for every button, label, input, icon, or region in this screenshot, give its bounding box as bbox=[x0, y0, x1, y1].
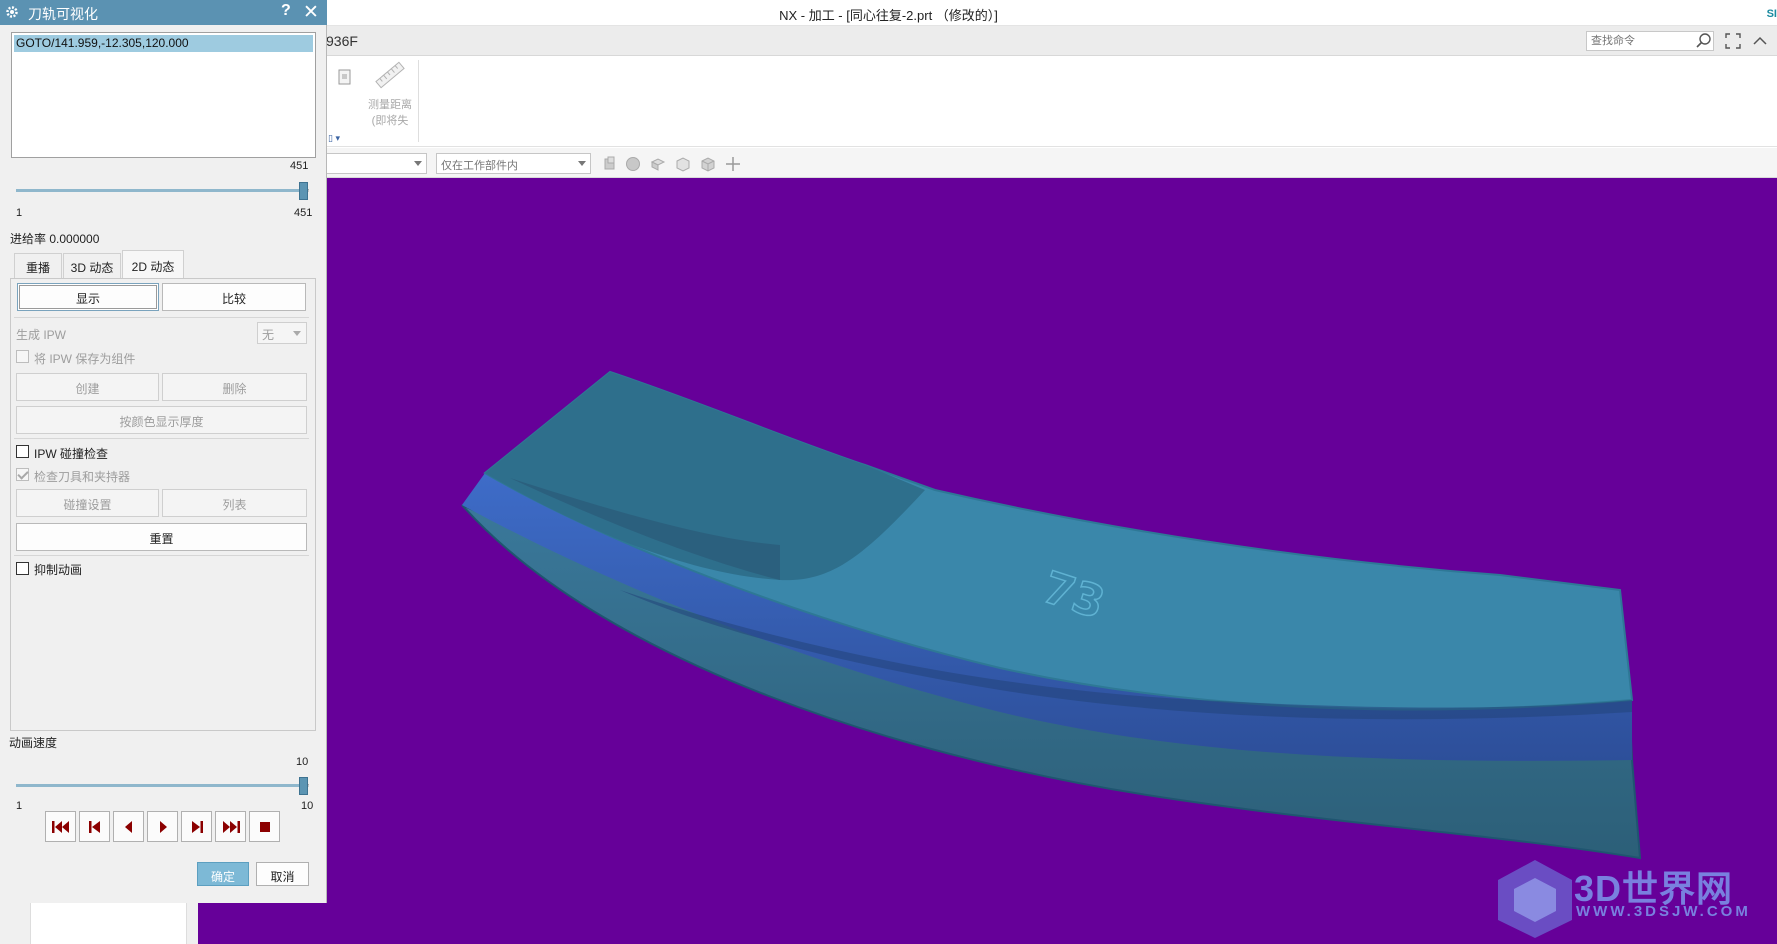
ipw-collision-checkbox[interactable] bbox=[16, 445, 29, 458]
check-tool-holder-checkbox[interactable] bbox=[16, 468, 29, 481]
tab-2d-dynamic[interactable]: 2D 动态 bbox=[122, 250, 184, 279]
cancel-button[interactable]: 取消 bbox=[256, 862, 309, 886]
gallery-dropdown[interactable]: ▯ ▾ bbox=[328, 133, 340, 144]
fast-forward-to-end-icon bbox=[223, 821, 240, 833]
speed-slider-fill bbox=[16, 784, 304, 787]
step-forward-operation-button[interactable] bbox=[181, 811, 212, 842]
speed-slider-min: 1 bbox=[16, 800, 23, 812]
save-ipw-label: 将 IPW 保存为组件 bbox=[34, 352, 136, 366]
thickness-by-color-button[interactable]: 按颜色显示厚度 bbox=[16, 406, 307, 434]
close-icon[interactable]: ✕ bbox=[303, 1, 319, 24]
divider bbox=[14, 317, 309, 318]
tool-command-list[interactable]: GOTO/141.959,-12.305,120.000 bbox=[11, 32, 316, 158]
measure-distance-label[interactable]: 测量距离 (即将失 bbox=[364, 97, 416, 129]
list-item[interactable]: GOTO/141.959,-12.305,120.000 bbox=[14, 35, 313, 52]
snap-point-icon[interactable] bbox=[724, 155, 742, 173]
check-tool-holder-label: 检查刀具和夹持器 bbox=[34, 470, 131, 484]
tab-3d-dynamic[interactable]: 3D 动态 bbox=[63, 253, 121, 278]
fullscreen-icon[interactable] bbox=[1723, 31, 1743, 51]
display-button[interactable]: 显示 bbox=[17, 283, 159, 311]
filter-face-icon[interactable] bbox=[649, 155, 667, 173]
step-back-icon bbox=[89, 821, 100, 833]
filter-component-icon[interactable] bbox=[601, 155, 619, 173]
collapse-ribbon-icon[interactable] bbox=[1750, 31, 1770, 51]
measure-distance-icon[interactable] bbox=[373, 58, 407, 92]
motion-slider-min: 1 bbox=[16, 207, 23, 219]
delete-button[interactable]: 删除 bbox=[162, 373, 307, 401]
speed-slider-thumb[interactable] bbox=[299, 777, 308, 795]
rewind-to-start-icon bbox=[52, 821, 69, 833]
step-forward-icon bbox=[192, 821, 203, 833]
stop-icon bbox=[260, 822, 270, 832]
divider bbox=[14, 555, 309, 556]
gear-icon[interactable] bbox=[5, 5, 19, 19]
play-button[interactable] bbox=[147, 811, 178, 842]
scope-filter-value: 仅在工作部件内 bbox=[441, 160, 518, 172]
play-reverse-button[interactable] bbox=[113, 811, 144, 842]
fast-forward-to-end-button[interactable] bbox=[215, 811, 246, 842]
filter-edge-icon[interactable] bbox=[674, 155, 692, 173]
search-icon[interactable] bbox=[1694, 31, 1714, 51]
list-button[interactable]: 列表 bbox=[162, 489, 307, 517]
tab-replay[interactable]: 重播 bbox=[14, 253, 62, 278]
filter-body-icon[interactable] bbox=[624, 155, 642, 173]
divider bbox=[14, 438, 309, 439]
dialog-titlebar[interactable]: 刀轨可视化 ? ✕ bbox=[0, 0, 327, 25]
reset-button[interactable]: 重置 bbox=[16, 523, 307, 551]
motion-slider-max: 451 bbox=[294, 207, 313, 219]
create-button[interactable]: 创建 bbox=[16, 373, 159, 401]
animation-speed-label: 动画速度 bbox=[9, 736, 58, 750]
play-reverse-icon bbox=[125, 821, 132, 833]
generate-ipw-select[interactable]: 无 bbox=[257, 322, 307, 344]
filter-solid-icon[interactable] bbox=[699, 155, 717, 173]
save-ipw-checkbox[interactable] bbox=[16, 350, 29, 363]
generate-ipw-label: 生成 IPW bbox=[16, 328, 66, 342]
ribbon-tab-label[interactable]: 936F bbox=[326, 33, 358, 49]
compare-button[interactable]: 比较 bbox=[162, 283, 306, 311]
ribbon-divider bbox=[418, 60, 419, 142]
scope-filter-select[interactable]: 仅在工作部件内 bbox=[436, 153, 591, 174]
speed-slider-max: 10 bbox=[301, 800, 314, 812]
document-icon[interactable] bbox=[337, 69, 353, 85]
watermark-url: WWW.3DSJW.COM bbox=[1576, 903, 1751, 920]
measure-label-line1: 测量距离 bbox=[368, 99, 412, 111]
motion-slider-fill bbox=[16, 189, 304, 192]
navigator-list[interactable] bbox=[30, 903, 187, 944]
suppress-animation-checkbox[interactable] bbox=[16, 562, 29, 575]
chevron-down-icon bbox=[578, 161, 586, 166]
suppress-animation-label: 抑制动画 bbox=[34, 563, 83, 577]
stop-button[interactable] bbox=[249, 811, 280, 842]
dialog-title: 刀轨可视化 bbox=[28, 6, 98, 22]
toolpath-visualization-dialog: 刀轨可视化 ? ✕ GOTO/141.959,-12.305,120.000 4… bbox=[0, 0, 327, 903]
collision-settings-button[interactable]: 碰撞设置 bbox=[16, 489, 159, 517]
generate-ipw-value: 无 bbox=[262, 328, 275, 342]
motion-slider-current: 451 bbox=[290, 160, 309, 172]
step-back-operation-button[interactable] bbox=[79, 811, 110, 842]
rewind-to-start-button[interactable] bbox=[45, 811, 76, 842]
speed-slider-current: 10 bbox=[296, 756, 309, 768]
help-icon[interactable]: ? bbox=[281, 2, 291, 20]
ipw-collision-label: IPW 碰撞检查 bbox=[34, 447, 108, 461]
chevron-down-icon bbox=[293, 331, 301, 336]
ok-button[interactable]: 确定 bbox=[197, 862, 249, 886]
motion-slider-thumb[interactable] bbox=[299, 182, 308, 200]
play-icon bbox=[160, 821, 167, 833]
brand-logo: SI bbox=[1766, 8, 1777, 20]
measure-label-line2: (即将失 bbox=[371, 115, 409, 127]
type-filter-select[interactable] bbox=[326, 153, 427, 174]
chevron-down-icon bbox=[414, 161, 422, 166]
feed-rate-readout: 进给率 0.000000 bbox=[10, 232, 100, 246]
